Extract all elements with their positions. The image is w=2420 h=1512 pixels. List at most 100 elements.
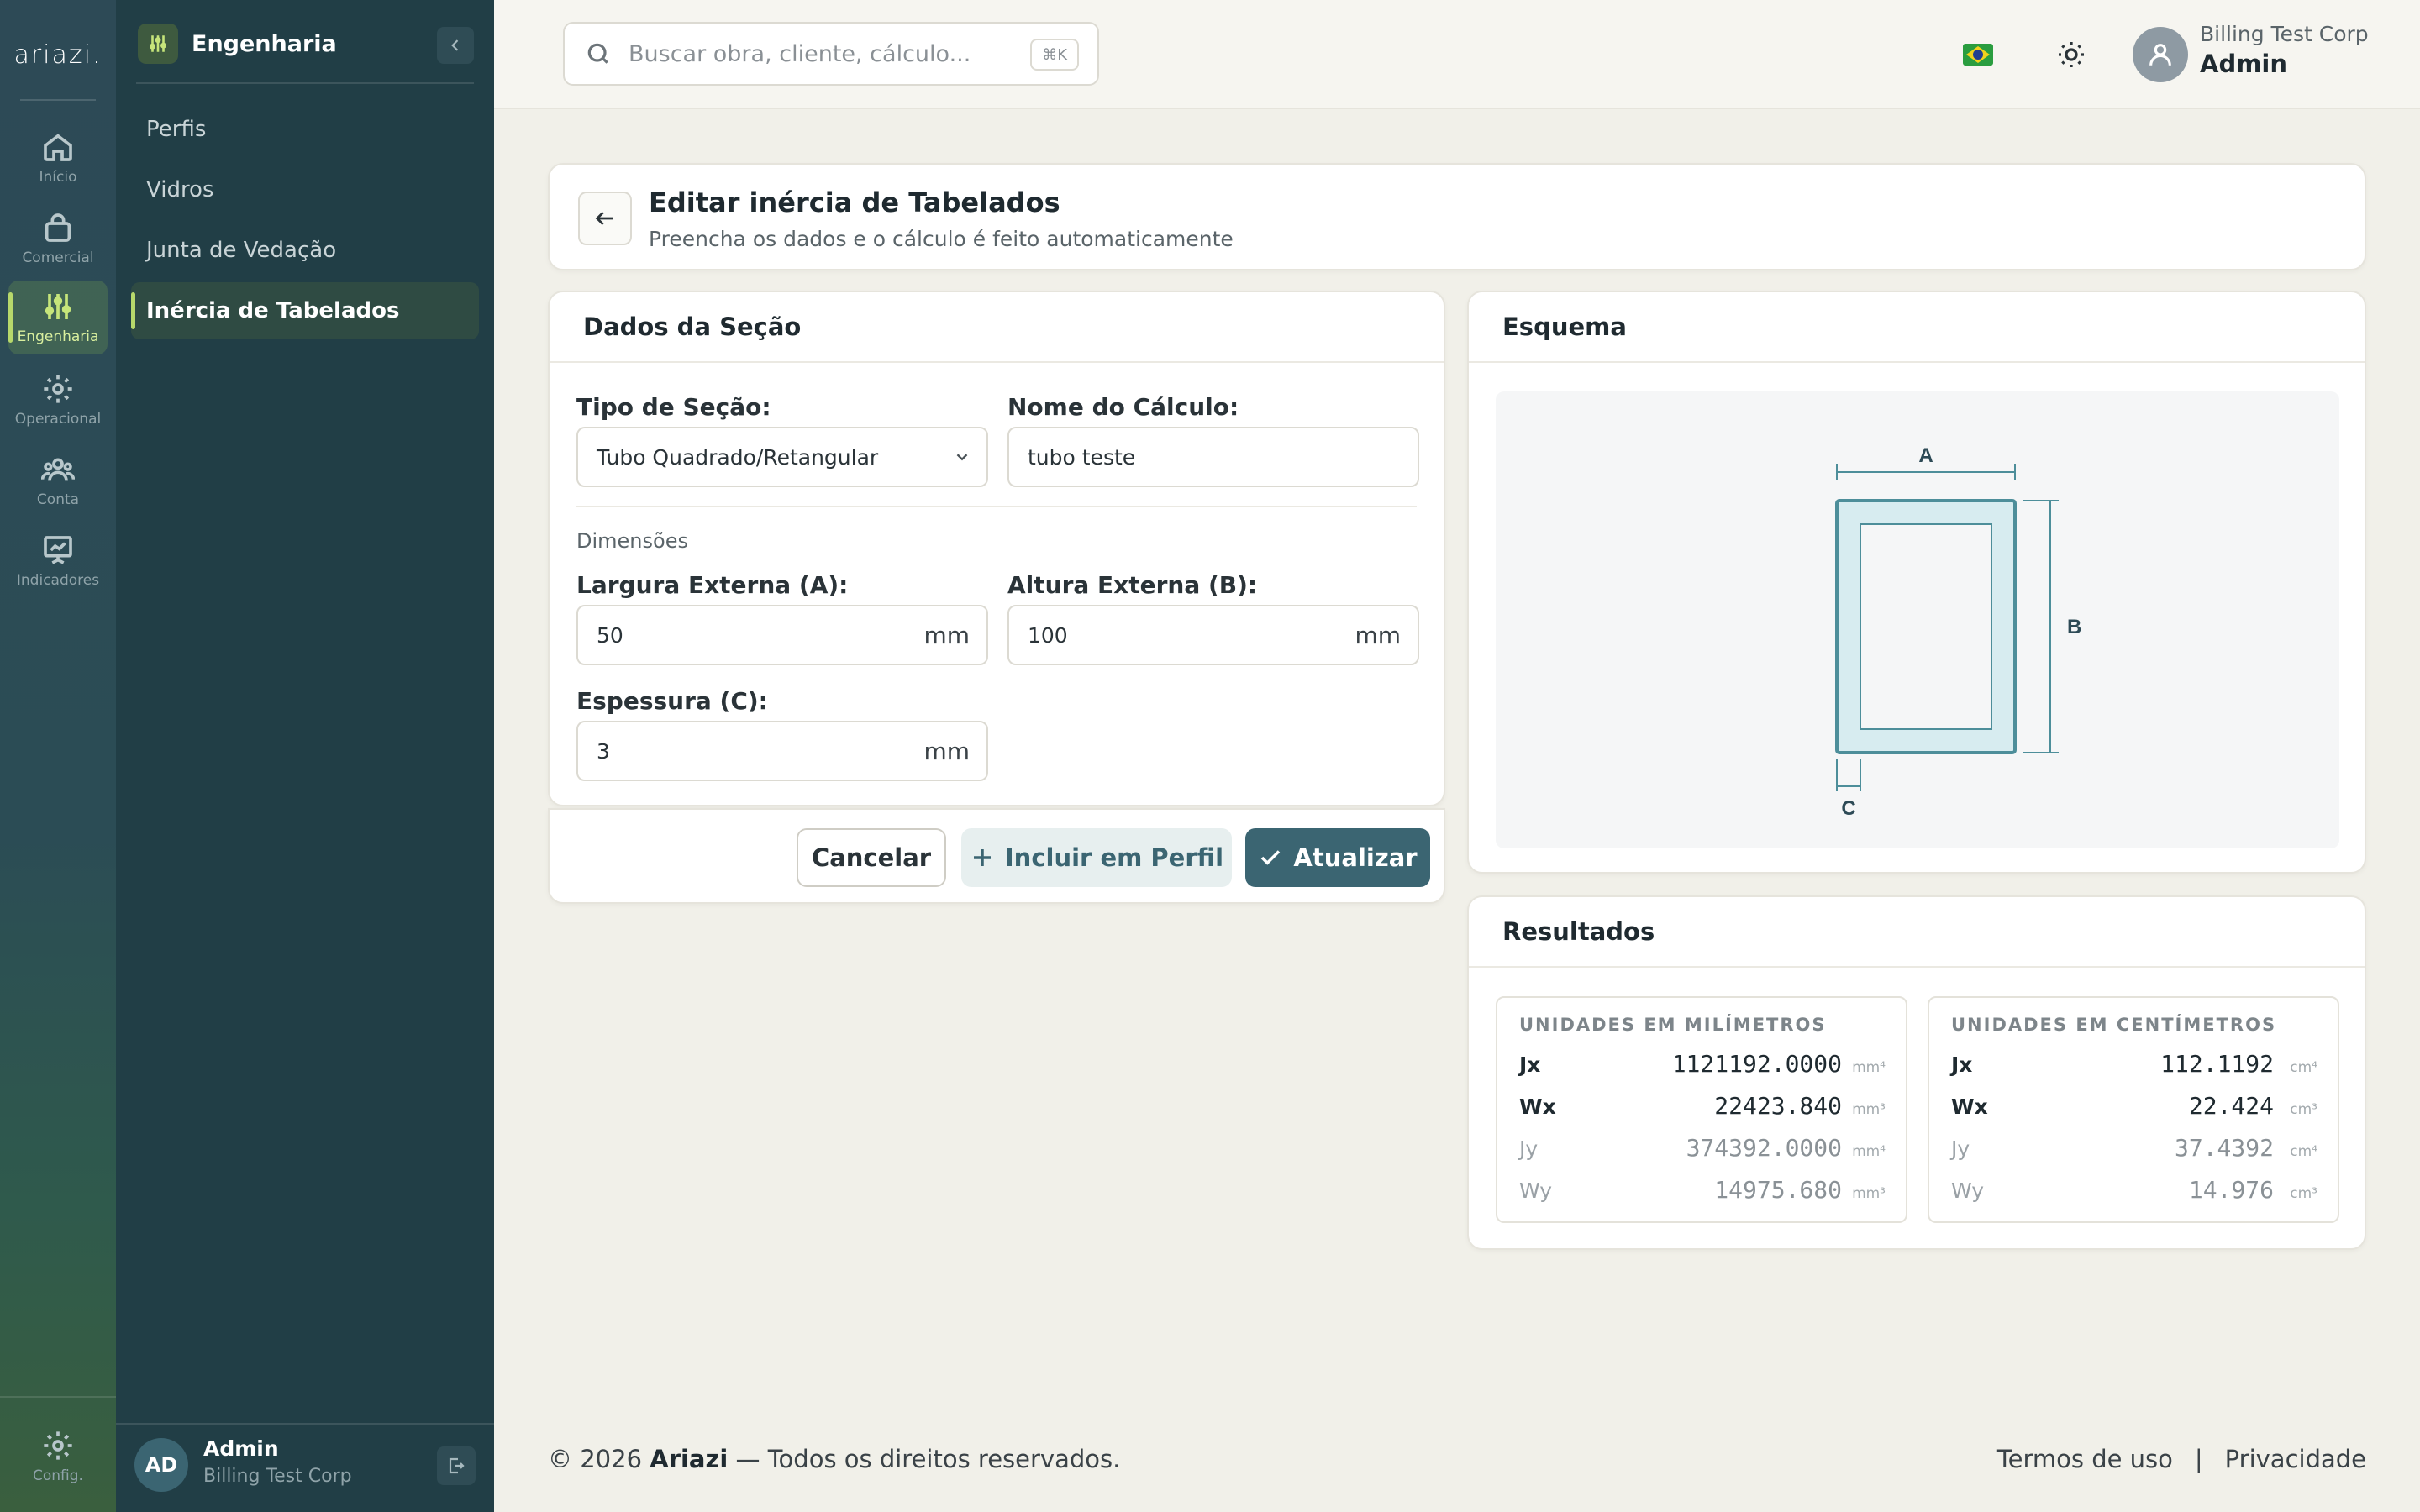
sidebar-item-inercia-de-tabelados[interactable]: Inércia de Tabelados: [131, 282, 479, 339]
rail-item-label: Engenharia: [17, 328, 99, 345]
result-key: Wx: [1951, 1095, 1988, 1119]
label-a: A: [1918, 444, 1933, 467]
result-row: Jx 112.1192 cm⁴: [1951, 1050, 2317, 1084]
sliders-icon: [45, 294, 71, 319]
calculation-name-input[interactable]: tubo teste: [1007, 427, 1419, 487]
rail-item-label: Operacional: [14, 411, 102, 428]
label-c: C: [1841, 797, 1855, 820]
result-value: 14975.680: [1714, 1176, 1842, 1204]
cancel-label: Cancelar: [811, 843, 932, 872]
result-key: Jy: [1519, 1137, 1539, 1161]
result-row: Wx 22.424 cm³: [1951, 1092, 2317, 1126]
sidebar-item-perfis[interactable]: Perfis: [131, 101, 479, 158]
include-label: Incluir em Perfil: [1004, 843, 1224, 872]
privacy-link[interactable]: Privacidade: [2225, 1445, 2366, 1473]
section-drawing: A B C: [1835, 444, 2081, 820]
avatar[interactable]: AD: [134, 1438, 188, 1492]
result-key: Wy: [1519, 1179, 1553, 1203]
result-unit: mm⁴: [1852, 1143, 1886, 1160]
result-unit: mm³: [1852, 1101, 1886, 1118]
search-input[interactable]: Buscar obra, cliente, cálculo... ⌘K: [563, 22, 1099, 86]
height-label: Altura Externa (B):: [1007, 571, 1258, 599]
unit-label: mm: [923, 737, 970, 765]
schema-diagram: A B C: [1496, 391, 2339, 848]
width-input[interactable]: 50 mm: [576, 605, 988, 665]
rail-item-config[interactable]: Config.: [8, 1420, 108, 1494]
search-shortcut: ⌘K: [1030, 39, 1079, 71]
rail-item-operacional[interactable]: Operacional: [8, 363, 108, 437]
sidebar: Engenharia Perfis Vidros Junta de Vedaçã…: [116, 0, 494, 1512]
rail-item-inicio[interactable]: Início: [8, 121, 108, 195]
card-title: Resultados: [1469, 897, 2365, 968]
rail-item-conta[interactable]: Conta: [8, 444, 108, 517]
result-key: Wy: [1951, 1179, 1985, 1203]
brand-logo[interactable]: ariazi.: [0, 40, 116, 70]
sidebar-divider: [136, 82, 474, 84]
chevron-down-icon: [956, 454, 968, 461]
sidebar-user: Admin Billing Test Corp: [203, 1436, 352, 1487]
result-unit: mm⁴: [1852, 1059, 1886, 1076]
sidebar-item-junta-de-vedacao[interactable]: Junta de Vedação: [131, 222, 479, 279]
rail-item-engenharia[interactable]: Engenharia: [8, 281, 108, 354]
sun-icon: [2059, 42, 2084, 67]
results-card: Resultados UNIDADES EM MILÍMETROS Jx 112…: [1467, 895, 2366, 1250]
result-value: 14.976: [2188, 1176, 2274, 1204]
logout-button[interactable]: [437, 1446, 476, 1485]
rail-divider: [0, 1396, 116, 1398]
result-row: Jy 374392.0000 mm⁴: [1519, 1134, 1886, 1168]
result-value: 22.424: [2188, 1092, 2274, 1120]
results-cm-box: UNIDADES EM CENTÍMETROS Jx 112.1192 cm⁴ …: [1928, 996, 2339, 1223]
footer-links: Termos de uso | Privacidade: [1997, 1445, 2366, 1473]
height-input[interactable]: 100 mm: [1007, 605, 1419, 665]
page-subtitle: Preencha os dados e o cálculo é feito au…: [649, 227, 1234, 251]
rail-item-indicadores[interactable]: Indicadores: [8, 524, 108, 598]
cancel-button[interactable]: Cancelar: [797, 828, 946, 887]
result-key: Jx: [1519, 1053, 1541, 1077]
update-button[interactable]: Atualizar: [1245, 828, 1430, 887]
actions-bar: Cancelar Incluir em Perfil Atualizar: [548, 808, 1445, 904]
thickness-input[interactable]: 3 mm: [576, 721, 988, 781]
back-button[interactable]: [578, 192, 632, 245]
result-value: 374392.0000: [1686, 1134, 1842, 1162]
sidebar-header: Engenharia: [138, 24, 337, 64]
page-header: Editar inércia de Tabelados Preencha os …: [548, 163, 2366, 270]
user-org: Billing Test Corp: [2200, 22, 2369, 46]
result-row: Wy 14975.680 mm³: [1519, 1176, 1886, 1210]
theme-toggle-button[interactable]: [2050, 34, 2092, 76]
unit-label: mm: [1355, 621, 1401, 649]
unit-label: mm: [923, 621, 970, 649]
result-unit: cm³: [2290, 1101, 2317, 1118]
include-in-profile-button[interactable]: Incluir em Perfil: [961, 828, 1232, 887]
result-row: Jy 37.4392 cm⁴: [1951, 1134, 2317, 1168]
schema-card: Esquema A B C: [1467, 291, 2366, 874]
card-title: Esquema: [1469, 292, 2365, 363]
footer-brand: Ariazi: [650, 1445, 729, 1473]
card-title: Dados da Seção: [550, 292, 1444, 363]
result-value: 112.1192: [2160, 1050, 2274, 1078]
sidebar-item-vidros[interactable]: Vidros: [131, 161, 479, 218]
section-type-value: Tubo Quadrado/Retangular: [597, 444, 879, 470]
collapse-sidebar-button[interactable]: [437, 27, 474, 64]
topbar-user[interactable]: Billing Test Corp Admin: [2200, 22, 2369, 78]
height-value: 100: [1028, 622, 1068, 648]
avatar[interactable]: [2133, 27, 2188, 82]
section-data-card: Dados da Seção Tipo de Seção: Tubo Quadr…: [548, 291, 1445, 806]
rail-item-comercial[interactable]: Comercial: [8, 202, 108, 276]
app-rail: ariazi. Início Comercial Engenharia Oper…: [0, 0, 116, 1512]
users-icon: [41, 458, 75, 481]
result-unit: cm⁴: [2290, 1059, 2317, 1076]
arrow-left-icon: [595, 212, 613, 225]
footer-copyright: © 2026 Ariazi — Todos os direitos reserv…: [548, 1445, 1120, 1473]
user-role: Admin: [2200, 50, 2288, 78]
presentation-icon: [44, 536, 72, 564]
brazil-flag-icon[interactable]: [1963, 44, 1993, 66]
plus-icon: [973, 849, 991, 866]
thickness-value: 3: [597, 738, 610, 764]
result-key: Wx: [1519, 1095, 1556, 1119]
section-type-select[interactable]: Tubo Quadrado/Retangular: [576, 427, 988, 487]
top-bar: Buscar obra, cliente, cálculo... ⌘K Bill…: [494, 0, 2420, 109]
terms-link[interactable]: Termos de uso: [1997, 1445, 2173, 1473]
sliders-icon: [138, 24, 178, 64]
footer-separator: |: [2194, 1445, 2203, 1473]
sidebar-item-label: Junta de Vedação: [146, 238, 337, 263]
